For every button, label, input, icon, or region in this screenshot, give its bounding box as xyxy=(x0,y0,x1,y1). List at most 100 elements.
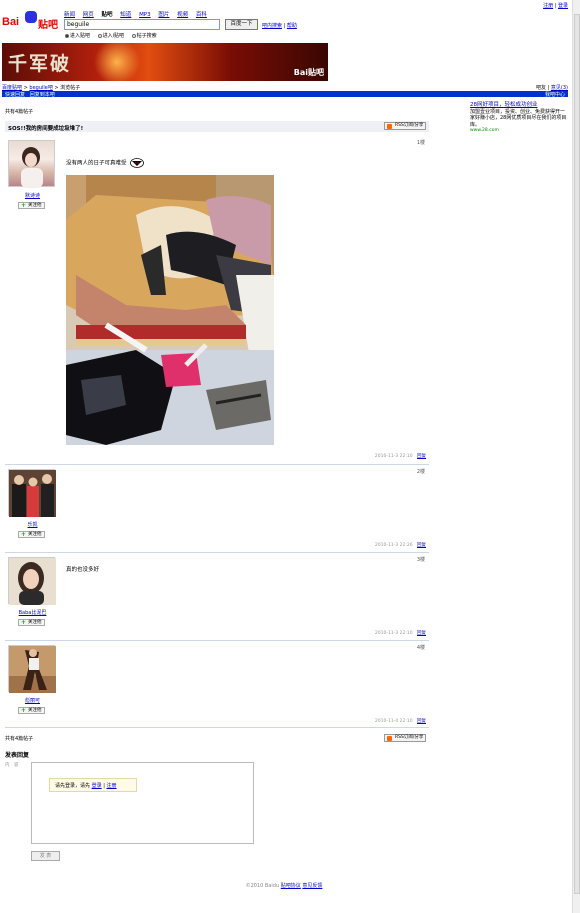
username[interactable]: 默诗诗 xyxy=(5,192,60,199)
login-tip-login-link[interactable]: 登录 xyxy=(92,783,102,789)
username-text[interactable]: 彪丽可 xyxy=(25,698,40,704)
reply-heading: 发表回复 xyxy=(5,752,30,759)
baidu-tieba-logo[interactable]: Bai 贴吧 xyxy=(2,8,62,34)
rss-share-button-bottom[interactable]: RSS订阅/分享 xyxy=(384,734,426,742)
username[interactable]: 乐凯 xyxy=(5,521,60,528)
post-text: 没有两人的日子可真难受 xyxy=(66,158,145,168)
top-links: 注册 | 登录 xyxy=(543,3,568,9)
floor-number: 1楼 xyxy=(416,140,425,146)
plus-icon: + xyxy=(21,531,27,538)
avatar-image xyxy=(9,470,56,517)
radio-dot-icon xyxy=(65,33,69,38)
login-tip-register-link[interactable]: 注册 xyxy=(107,783,117,789)
follow-label: 关注他 xyxy=(28,203,42,208)
rss-icon xyxy=(387,124,392,129)
nav-baike[interactable]: 百科 xyxy=(196,12,207,18)
floor-number: 3楼 xyxy=(416,557,425,563)
thread-title-bar: SOS!!我的房间要成垃圾堆了! RSS订阅/分享 xyxy=(5,121,429,132)
search-input[interactable] xyxy=(64,19,220,30)
submit-button[interactable]: 发 表 xyxy=(31,851,60,861)
crying-emoticon-icon xyxy=(130,158,145,168)
post-time: 2010-11-3 22:10 xyxy=(374,454,413,459)
floor-number: 4楼 xyxy=(416,645,425,651)
post-floor-1: 1楼 默诗诗 + 关注他 没有两人的日子可真难受 2010-11-3 22:10… xyxy=(5,139,429,465)
nav-image[interactable]: 图片 xyxy=(158,12,169,18)
radio-enter-bar[interactable]: 进入贴吧 xyxy=(65,32,90,39)
radio-label: 进入贴吧 xyxy=(70,33,91,39)
reply-to-bar-link[interactable]: 回复到本吧 xyxy=(30,92,55,98)
sidebar-ad: 28网好项目，轻松成功创业 加盟壹业项目，投资、创业、免费获得开一家好赚小店，2… xyxy=(470,102,568,135)
bar-banner: 千军破 Bai贴吧 xyxy=(2,43,328,81)
quick-reply-link[interactable]: 快速回复 xyxy=(5,92,25,98)
reply-link[interactable]: 回复 xyxy=(417,631,426,636)
reply-link[interactable]: 回复 xyxy=(417,454,426,459)
help-link[interactable]: 帮助 xyxy=(287,23,297,29)
nav-zhidao[interactable]: 知道 xyxy=(120,12,131,18)
search-button[interactable]: 百度一下 xyxy=(225,19,258,30)
messy-room-photo[interactable] xyxy=(66,175,274,445)
follow-button[interactable]: + 关注他 xyxy=(18,202,45,209)
footer: ©2010 Baidu 贴吧协议 意见反馈 xyxy=(0,882,568,889)
plus-icon: + xyxy=(21,202,27,209)
thread-toolbar: 快速回复 回复到本吧 我吧中心 xyxy=(2,91,568,98)
rss-share-label: RSS订阅/分享 xyxy=(395,123,424,128)
thread-title: SOS!!我的房间要成垃圾堆了! xyxy=(8,126,84,132)
avatar[interactable] xyxy=(8,645,56,693)
post-floor-4: 4楼 彪丽可 + 关注他 2010-11-4 22:10 回复 xyxy=(5,644,429,728)
post-floor-3: 3楼 Baba比泥巴 + 关注他 真的也没多好 2010-11-3 22:10 回… xyxy=(5,556,429,641)
ad-url[interactable]: www.28.com xyxy=(470,128,568,135)
scrollbar-thumb[interactable] xyxy=(574,14,580,894)
logo-tieba: 贴吧 xyxy=(38,20,58,31)
nav-web[interactable]: 网页 xyxy=(83,12,94,18)
radio-dot-icon xyxy=(97,33,102,38)
register-link[interactable]: 注册 xyxy=(543,3,553,9)
username-text[interactable]: 默诗诗 xyxy=(25,193,40,199)
feedback-footer-link[interactable]: 意见反馈 xyxy=(302,883,322,889)
product-nav: 新闻 网页 贴吧 知道 MP3 图片 视频 百科 xyxy=(64,10,213,18)
ad-body: 加盟壹业项目，投资、创业、免费获得开一家好赚小店，28网优质项目尽在我们的项目库… xyxy=(470,108,567,128)
follow-label: 关注他 xyxy=(28,620,42,625)
username[interactable]: Baba比泥巴 xyxy=(5,609,60,616)
login-link[interactable]: 登录 xyxy=(558,3,568,9)
post-time: 2010-11-4 22:10 xyxy=(374,719,413,724)
follow-button[interactable]: + 关注他 xyxy=(18,707,45,714)
my-bar-center-link[interactable]: 我吧中心 xyxy=(545,91,565,98)
rss-share-button[interactable]: RSS订阅/分享 xyxy=(384,122,426,130)
avatar[interactable] xyxy=(8,469,56,517)
post-text: 真的也没多好 xyxy=(66,565,99,573)
vertical-scrollbar[interactable] xyxy=(572,0,580,913)
nav-tieba: 贴吧 xyxy=(101,12,113,18)
username-text[interactable]: 乐凯 xyxy=(27,522,37,528)
in-bar-search-link[interactable]: 吧内搜索 xyxy=(262,23,282,29)
nav-video[interactable]: 视频 xyxy=(177,12,188,18)
plus-icon: + xyxy=(21,707,27,714)
reply-link[interactable]: 回复 xyxy=(417,543,426,548)
avatar-image xyxy=(9,646,56,693)
username-text[interactable]: Baba比泥巴 xyxy=(19,610,47,616)
login-tip: 请先登录，请先 登录 | 注册 xyxy=(49,778,137,792)
post-count-top: 共有4篇帖子 xyxy=(5,109,34,115)
content-label: 内 容 xyxy=(5,763,19,768)
nav-mp3[interactable]: MP3 xyxy=(139,12,151,18)
reply-link[interactable]: 回复 xyxy=(417,719,426,724)
post-count-bottom: 共有4篇帖子 xyxy=(5,736,34,742)
follow-button[interactable]: + 关注他 xyxy=(18,619,45,626)
rss-icon xyxy=(387,736,392,741)
username[interactable]: 彪丽可 xyxy=(5,697,60,704)
follow-label: 关注他 xyxy=(28,708,42,713)
toolbar-left: 快速回复 回复到本吧 xyxy=(5,91,55,98)
nav-news[interactable]: 新闻 xyxy=(64,12,75,18)
avatar[interactable] xyxy=(8,140,55,188)
avatar-image xyxy=(9,558,56,605)
tieba-agreement-link[interactable]: 贴吧协议 xyxy=(281,883,301,889)
radio-dot-icon xyxy=(131,33,136,38)
radio-enter-ibar[interactable]: 进入i贴吧 xyxy=(97,32,124,39)
avatar[interactable] xyxy=(8,557,56,605)
radio-post-search[interactable]: 帖子搜索 xyxy=(131,32,157,39)
post-text-content: 没有两人的日子可真难受 xyxy=(66,160,127,167)
reply-editor[interactable] xyxy=(31,762,254,844)
banner-brand: Bai贴吧 xyxy=(293,68,324,77)
breadcrumb: 百度贴吧 > beguile吧 > 浏览帖子 xyxy=(2,85,81,91)
radio-label: 进入i贴吧 xyxy=(102,33,124,39)
follow-button[interactable]: + 关注他 xyxy=(18,531,45,538)
